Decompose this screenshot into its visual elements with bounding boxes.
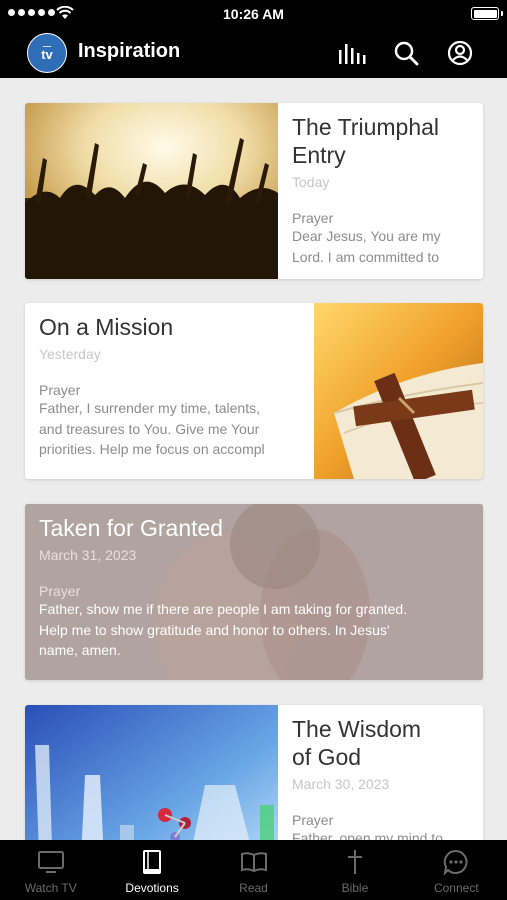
card-body-line: Lord. I am committed to xyxy=(292,248,440,265)
status-time: 10:26 AM xyxy=(223,6,284,22)
search-icon xyxy=(394,41,419,66)
tab-label: Devotions xyxy=(125,881,179,895)
book-icon xyxy=(141,848,163,876)
card-body-line: Father, I surrender my time, talents, xyxy=(39,400,260,416)
devotion-card[interactable]: Taken for Granted March 31, 2023 Prayer … xyxy=(25,504,483,680)
card-body-line: priorities. Help me focus on accompl xyxy=(39,441,265,457)
audio-bars-icon xyxy=(339,44,366,64)
devotions-feed[interactable]: The Triumphal Entry Today Prayer Dear Je… xyxy=(0,78,507,840)
battery-icon xyxy=(471,7,503,20)
chat-icon xyxy=(443,848,469,876)
tab-read[interactable]: Read xyxy=(203,840,304,900)
card-text: The Wisdom of God March 30, 2023 Prayer F… xyxy=(278,705,483,840)
card-date: March 31, 2023 xyxy=(39,547,137,563)
card-label: Prayer xyxy=(292,210,334,226)
tab-label: Bible xyxy=(341,881,369,895)
worship-crowd-image xyxy=(25,103,278,279)
app-logo[interactable]: ━━━ tv xyxy=(27,33,67,73)
card-body-line: Father, open my mind to xyxy=(292,830,443,840)
card-text: The Triumphal Entry Today Prayer Dear Je… xyxy=(278,103,483,267)
status-bar: 10:26 AM xyxy=(0,0,507,28)
tab-bible[interactable]: Bible xyxy=(304,840,405,900)
page-title: Inspiration xyxy=(78,40,181,62)
open-book-icon xyxy=(240,848,268,876)
devotion-card[interactable]: The Triumphal Entry Today Prayer Dear Je… xyxy=(25,103,483,279)
card-label: Prayer xyxy=(39,583,81,599)
tab-label: Read xyxy=(239,881,268,895)
card-body-line: Father, show me if there are people I am… xyxy=(39,601,408,617)
laboratory-glassware-image xyxy=(25,705,278,840)
user-circle-icon xyxy=(447,40,473,66)
app-header: ━━━ tv Inspiration xyxy=(0,28,507,78)
card-label: Prayer xyxy=(39,382,81,398)
card-title: On a Mission xyxy=(39,314,174,340)
account-button[interactable] xyxy=(444,37,476,69)
tab-label: Connect xyxy=(433,881,479,895)
card-title: The Wisdom of God xyxy=(292,716,422,770)
card-date: Today xyxy=(292,174,330,190)
card-body-line: name, amen. xyxy=(39,642,121,658)
card-text: On a Mission Yesterday Prayer Father, I … xyxy=(25,303,315,460)
cross-on-bible-image xyxy=(314,303,483,479)
card-label: Prayer xyxy=(292,812,334,828)
card-title: The Triumphal Entry xyxy=(292,114,440,168)
tab-devotions[interactable]: Devotions xyxy=(101,840,202,900)
tab-watch-tv[interactable]: Watch TV xyxy=(0,840,101,900)
card-text: Taken for Granted March 31, 2023 Prayer … xyxy=(25,504,483,661)
card-body-line: Dear Jesus, You are my xyxy=(292,228,441,244)
search-button[interactable] xyxy=(390,37,422,69)
devotion-card[interactable]: On a Mission Yesterday Prayer Father, I … xyxy=(25,303,483,479)
card-body-line: Help me to show gratitude and honor to o… xyxy=(39,621,390,638)
tab-connect[interactable]: Connect xyxy=(406,840,507,900)
tab-bar: Watch TV Devotions Read Bible Connect xyxy=(0,840,507,900)
devotion-card[interactable]: The Wisdom of God March 30, 2023 Prayer F… xyxy=(25,705,483,840)
tab-label: Watch TV xyxy=(24,881,77,895)
card-title: Taken for Granted xyxy=(39,515,224,541)
card-date: Yesterday xyxy=(39,346,101,362)
audio-bars-button[interactable] xyxy=(336,37,368,69)
card-date: March 30, 2023 xyxy=(292,776,390,792)
logo-text: tv xyxy=(41,47,53,62)
card-body-line: and treasures to You. Give me Your xyxy=(39,420,260,437)
tv-icon xyxy=(37,848,65,876)
cross-icon xyxy=(346,848,364,876)
